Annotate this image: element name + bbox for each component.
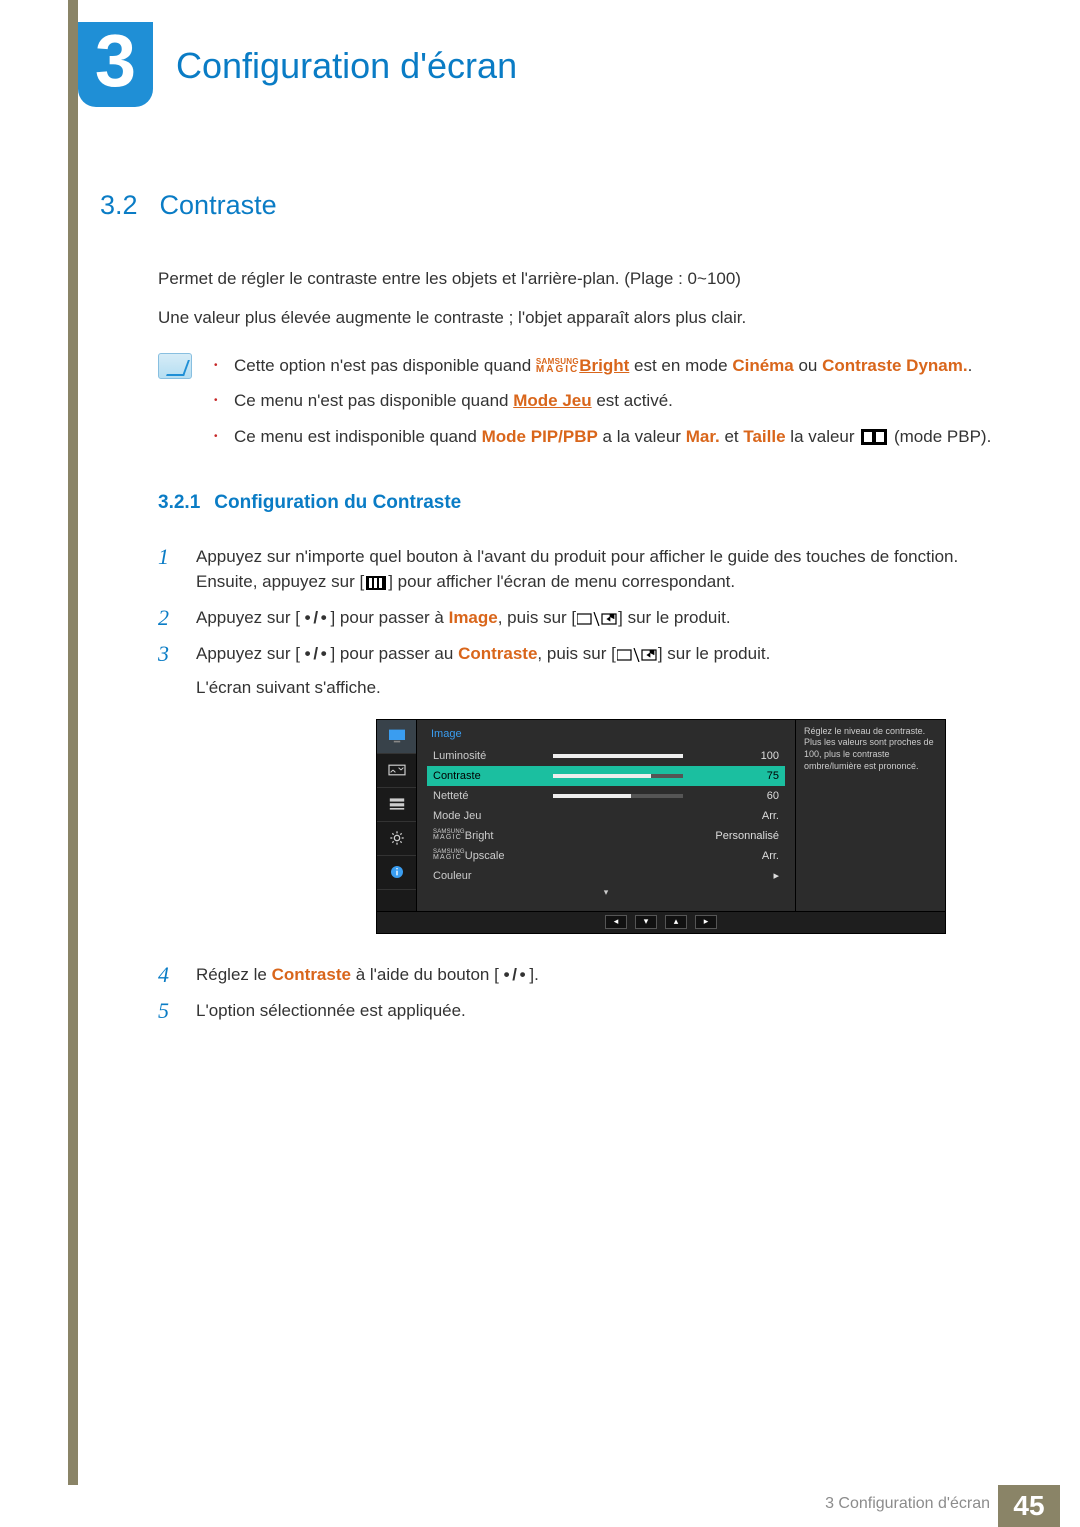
step-number: 2 [158,605,178,631]
osd-more-indicator-icon: ▾ [427,886,785,903]
section-number: 3.2 [100,190,138,220]
step-body: Réglez le Contraste à l'aide du bouton [… [196,962,1000,988]
note-icon [158,353,192,379]
note-item-2: Ce menu n'est pas disponible quand Mode … [214,388,1000,414]
osd-slider-track [553,774,683,778]
osd-slider-fill [553,794,631,798]
osd-nav-down-icon: ▾ [635,915,657,929]
subsection-heading: 3.2.1 Configuration du Contraste [158,489,1000,518]
osd-tab-settings-icon [377,822,416,856]
step-3: 3 Appuyez sur [ • / • ] pour passer au C… [158,641,1000,952]
footer-page-number: 45 [998,1485,1060,1527]
page-content: 3.2 Contraste Permet de régler le contras… [100,185,1000,1034]
osd-row: Contraste 75 [427,766,785,786]
intro-paragraph-2: Une valeur plus élevée augmente le contr… [158,305,1000,331]
osd-row-value: 75 [693,768,779,785]
menu-button-icon [366,576,386,590]
osd-row-label: Luminosité [433,748,553,765]
nav-dots-icon: • / • [504,965,525,984]
osd-tab-onscreen-icon [377,788,416,822]
footer-chapter-text: 3 Configuration d'écran [825,1495,990,1513]
subsection-title: Configuration du Contraste [214,492,461,513]
subsection-number: 3.2.1 [158,492,200,513]
section-title: Contraste [160,190,277,220]
nav-dots-icon: • / • [305,608,326,627]
osd-tab-pip-icon [377,754,416,788]
osd-row-label: Couleur [433,868,553,885]
chapter-title: Configuration d'écran [176,45,517,87]
osd-row-label: Contraste [433,768,553,785]
osd-row-label: SAMSUNGMAGICUpscale [433,848,553,865]
step-2: 2 Appuyez sur [ • / • ] pour passer à Im… [158,605,1000,631]
enter-source-icon [617,642,657,668]
osd-slider-fill [553,754,683,758]
chapter-number-badge: 3 [78,22,153,107]
step-body: Appuyez sur n'importe quel bouton à l'av… [196,544,1000,595]
osd-row-value: Personnalisé [683,828,779,845]
step-list: 1 Appuyez sur n'importe quel bouton à l'… [158,544,1000,1025]
samsung-magic-icon: SAMSUNGMAGIC [433,849,465,861]
note-block: Cette option n'est pas disponible quand … [158,353,1000,460]
step-1: 1 Appuyez sur n'importe quel bouton à l'… [158,544,1000,595]
osd-tab-info-icon [377,856,416,890]
nav-dots-icon: • / • [305,644,326,663]
section-heading: 3.2 Contraste [100,185,1000,226]
left-accent-bar [68,0,78,1485]
step-number: 1 [158,544,178,595]
samsung-magic-icon: SAMSUNGMAGIC [536,358,579,375]
osd-row-value: ▸ [683,868,779,885]
pbp-size-icon [861,429,887,445]
step-5: 5 L'option sélectionnée est appliquée. [158,998,1000,1024]
step-number: 5 [158,998,178,1024]
osd-slider-track [553,794,683,798]
intro-paragraph-1: Permet de régler le contraste entre les … [158,266,1000,292]
osd-row: Netteté 60 [427,786,785,806]
osd-row: Couleur ▸ [427,866,785,886]
note-item-3: Ce menu est indisponible quand Mode PIP/… [214,424,1000,450]
osd-slider-fill [553,774,651,778]
osd-slider-track [553,754,683,758]
osd-nav-left-icon: ◂ [605,915,627,929]
osd-tab-picture-icon [377,720,416,754]
step-number: 3 [158,641,178,952]
osd-row-value: 60 [693,788,779,805]
osd-screenshot: Image Luminosité100Contraste75Netteté60M… [376,719,946,934]
osd-hint-text: Réglez le niveau de contraste. Plus les … [795,720,945,911]
osd-row: Luminosité 100 [427,746,785,766]
osd-row-label: Netteté [433,788,553,805]
step-body: Appuyez sur [ • / • ] pour passer au Con… [196,641,1000,952]
note-item-1: Cette option n'est pas disponible quand … [214,353,1000,379]
osd-nav-right-icon: ▸ [695,915,717,929]
step-number: 4 [158,962,178,988]
step-4: 4 Réglez le Contraste à l'aide du bouton… [158,962,1000,988]
osd-panel-title: Image [427,724,785,747]
page-footer: 3 Configuration d'écran 45 [0,1485,1080,1527]
osd-row-label: Mode Jeu [433,808,553,825]
osd-row-label: SAMSUNGMAGICBright [433,828,553,845]
enter-source-icon [577,605,617,631]
osd-sidebar [377,720,417,911]
osd-row: SAMSUNGMAGICBright Personnalisé [427,826,785,846]
osd-nav-up-icon: ▴ [665,915,687,929]
osd-nav-footer: ◂ ▾ ▴ ▸ [377,911,945,933]
step-body: Appuyez sur [ • / • ] pour passer à Imag… [196,605,1000,631]
osd-row-value: Arr. [683,808,779,825]
osd-row-value: Arr. [683,848,779,865]
osd-row: Mode Jeu Arr. [427,806,785,826]
osd-row: SAMSUNGMAGICUpscale Arr. [427,846,785,866]
osd-row-value: 100 [693,748,779,765]
step-body: L'option sélectionnée est appliquée. [196,998,1000,1024]
note-list: Cette option n'est pas disponible quand … [214,353,1000,460]
osd-center-panel: Image Luminosité100Contraste75Netteté60M… [417,720,795,911]
samsung-magic-icon: SAMSUNGMAGIC [433,829,465,841]
